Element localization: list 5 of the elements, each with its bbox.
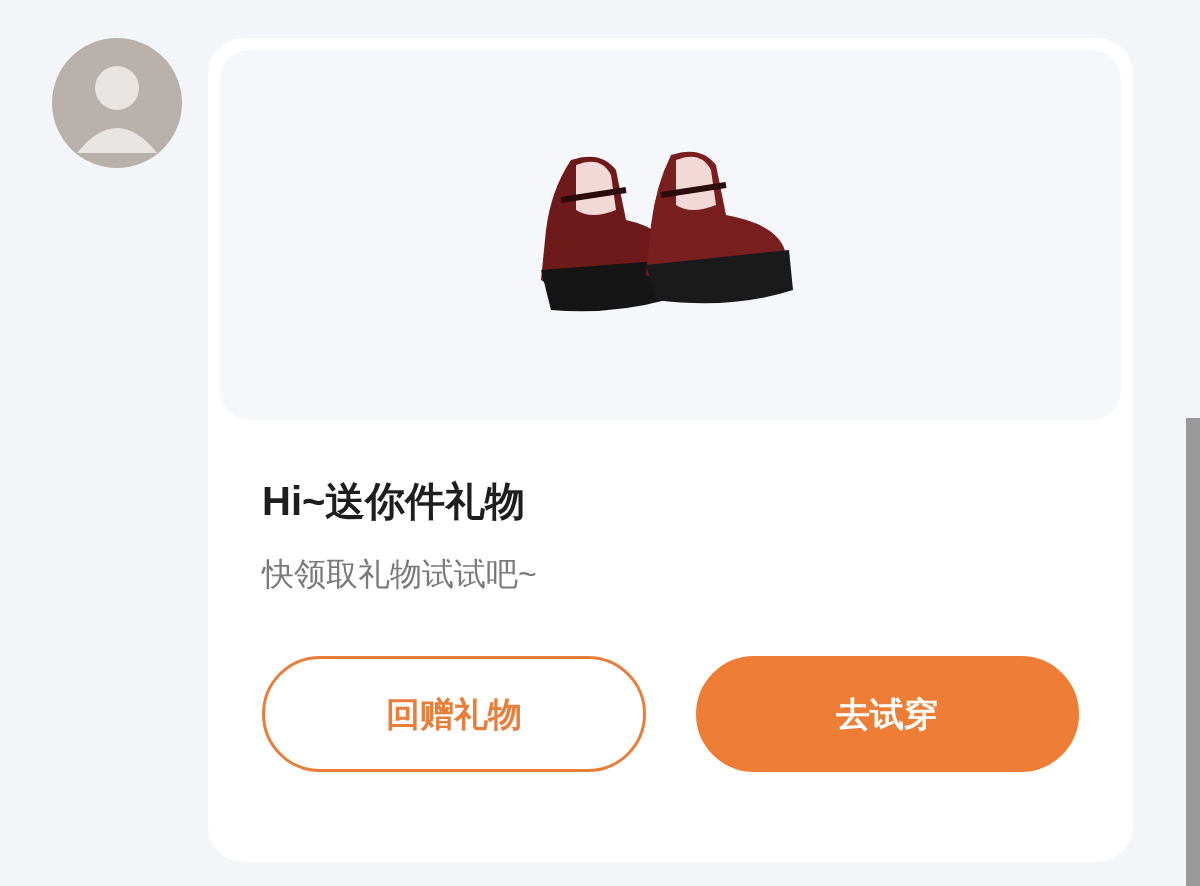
try-on-button[interactable]: 去试穿 — [695, 656, 1079, 772]
gift-title: Hi~送你件礼物 — [262, 478, 527, 525]
gift-subtitle: 快领取礼物试试吧~ — [262, 555, 538, 594]
scrollbar[interactable] — [1186, 418, 1200, 886]
return-gift-button[interactable]: 回赠礼物 — [262, 656, 646, 772]
